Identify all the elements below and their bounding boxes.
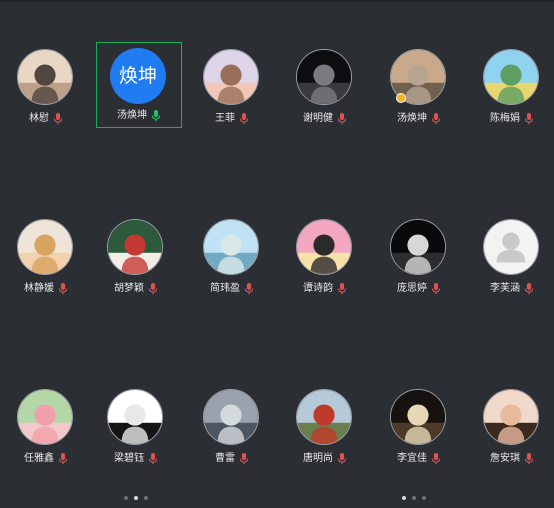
participant-tile[interactable]: 谢明健 [279,45,371,137]
pagination-dots-left[interactable] [124,496,148,502]
avatar [296,219,352,275]
avatar [483,49,539,105]
participant-name: 任雅鑫 [24,453,54,464]
mic-muted-icon [431,283,441,295]
participant-name: 王菲 [215,113,235,124]
participant-name: 简玮盈 [210,283,240,294]
participant-tile[interactable]: 胡梦颖 [90,215,182,307]
avatar [203,49,259,105]
mic-muted-icon [244,283,254,295]
name-bar: 庞思婷 [373,282,465,296]
participant-tile[interactable]: 唐明尚 [279,385,371,477]
participant-tile[interactable]: 曹雷 [186,385,278,477]
participant-name: 曹雷 [215,453,235,464]
participant-name: 詹安琪 [490,453,520,464]
mic-muted-icon [431,453,441,465]
page-dot[interactable] [412,496,416,500]
participant-name: 林静媛 [24,283,54,294]
participant-grid: 林慰 焕坤 汤焕坤 王菲 谢明健 汤焕坤 陈梅娟 林静媛 胡梦颖 简玮盈 谭诗韵 庞思婷 李芙涵 任雅鑫梁… [0,0,554,508]
name-bar: 陈梅娟 [466,112,554,126]
participant-tile[interactable]: 庞思婷 [373,215,465,307]
mic-muted-icon [239,113,249,125]
avatar [296,389,352,445]
name-bar: 曹雷 [186,452,278,466]
participant-name: 谢明健 [303,113,333,124]
participant-tile[interactable]: 王菲 [186,45,278,137]
participant-name: 林慰 [29,113,49,124]
participant-name: 汤焕坤 [117,110,147,121]
avatar [17,219,73,275]
page-dot[interactable] [422,496,426,500]
avatar [203,219,259,275]
participant-tile[interactable]: 陈梅娟 [466,45,554,137]
name-bar: 林慰 [0,112,92,126]
name-bar: 王菲 [186,112,278,126]
mic-muted-icon [524,283,534,295]
participant-name: 汤焕坤 [397,113,427,124]
name-bar: 李宜佳 [373,452,465,466]
participant-name: 谭诗韵 [303,283,333,294]
mic-muted-icon [524,113,534,125]
participant-name: 梁碧钰 [114,453,144,464]
name-bar: 谢明健 [279,112,371,126]
participant-name: 陈梅娟 [490,113,520,124]
participant-name: 庞思婷 [397,283,427,294]
pagination-dots-right[interactable] [402,496,426,502]
avatar [107,219,163,275]
avatar [203,389,259,445]
participant-tile[interactable]: 李宜佳 [373,385,465,477]
host-badge-icon [396,93,406,103]
participant-tile[interactable]: 林慰 [0,45,92,137]
mic-muted-icon [524,453,534,465]
mic-muted-icon [58,283,68,295]
participant-tile[interactable]: 任雅鑫 [0,385,92,477]
mic-active-icon [151,110,161,122]
avatar [390,389,446,445]
name-bar: 梁碧钰 [90,452,182,466]
page-dot[interactable] [144,496,148,500]
mic-muted-icon [337,453,347,465]
participant-name: 胡梦颖 [114,283,144,294]
name-bar: 汤焕坤 [373,112,465,126]
name-bar: 林静媛 [0,282,92,296]
avatar [390,219,446,275]
name-bar: 简玮盈 [186,282,278,296]
mic-muted-icon [148,453,158,465]
participant-tile[interactable]: 谭诗韵 [279,215,371,307]
participant-name: 李芙涵 [490,283,520,294]
mic-muted-icon [431,113,441,125]
name-bar: 詹安琪 [466,452,554,466]
avatar [296,49,352,105]
page-dot[interactable] [124,496,128,500]
mic-muted-icon [53,113,63,125]
avatar [483,389,539,445]
page-dot[interactable] [402,496,406,500]
mic-muted-icon [337,283,347,295]
avatar [483,219,539,275]
name-bar: 任雅鑫 [0,452,92,466]
mic-muted-icon [337,113,347,125]
participant-name: 李宜佳 [397,453,427,464]
mic-muted-icon [148,283,158,295]
participant-tile[interactable]: 詹安琪 [466,385,554,477]
participant-tile[interactable]: 焕坤汤焕坤 [96,42,182,128]
name-bar: 汤焕坤 [97,109,181,123]
name-bar: 李芙涵 [466,282,554,296]
participant-tile[interactable]: 简玮盈 [186,215,278,307]
avatar [17,49,73,105]
mic-muted-icon [58,453,68,465]
name-bar: 唐明尚 [279,452,371,466]
name-bar: 谭诗韵 [279,282,371,296]
participant-tile[interactable]: 林静媛 [0,215,92,307]
participant-name: 唐明尚 [303,453,333,464]
page-dot[interactable] [134,496,138,500]
participant-tile[interactable]: 汤焕坤 [373,45,465,137]
name-bar: 胡梦颖 [90,282,182,296]
participant-tile[interactable]: 梁碧钰 [90,385,182,477]
participant-tile[interactable]: 李芙涵 [466,215,554,307]
mic-muted-icon [239,453,249,465]
avatar: 焕坤 [110,48,166,104]
avatar [17,389,73,445]
avatar [107,389,163,445]
